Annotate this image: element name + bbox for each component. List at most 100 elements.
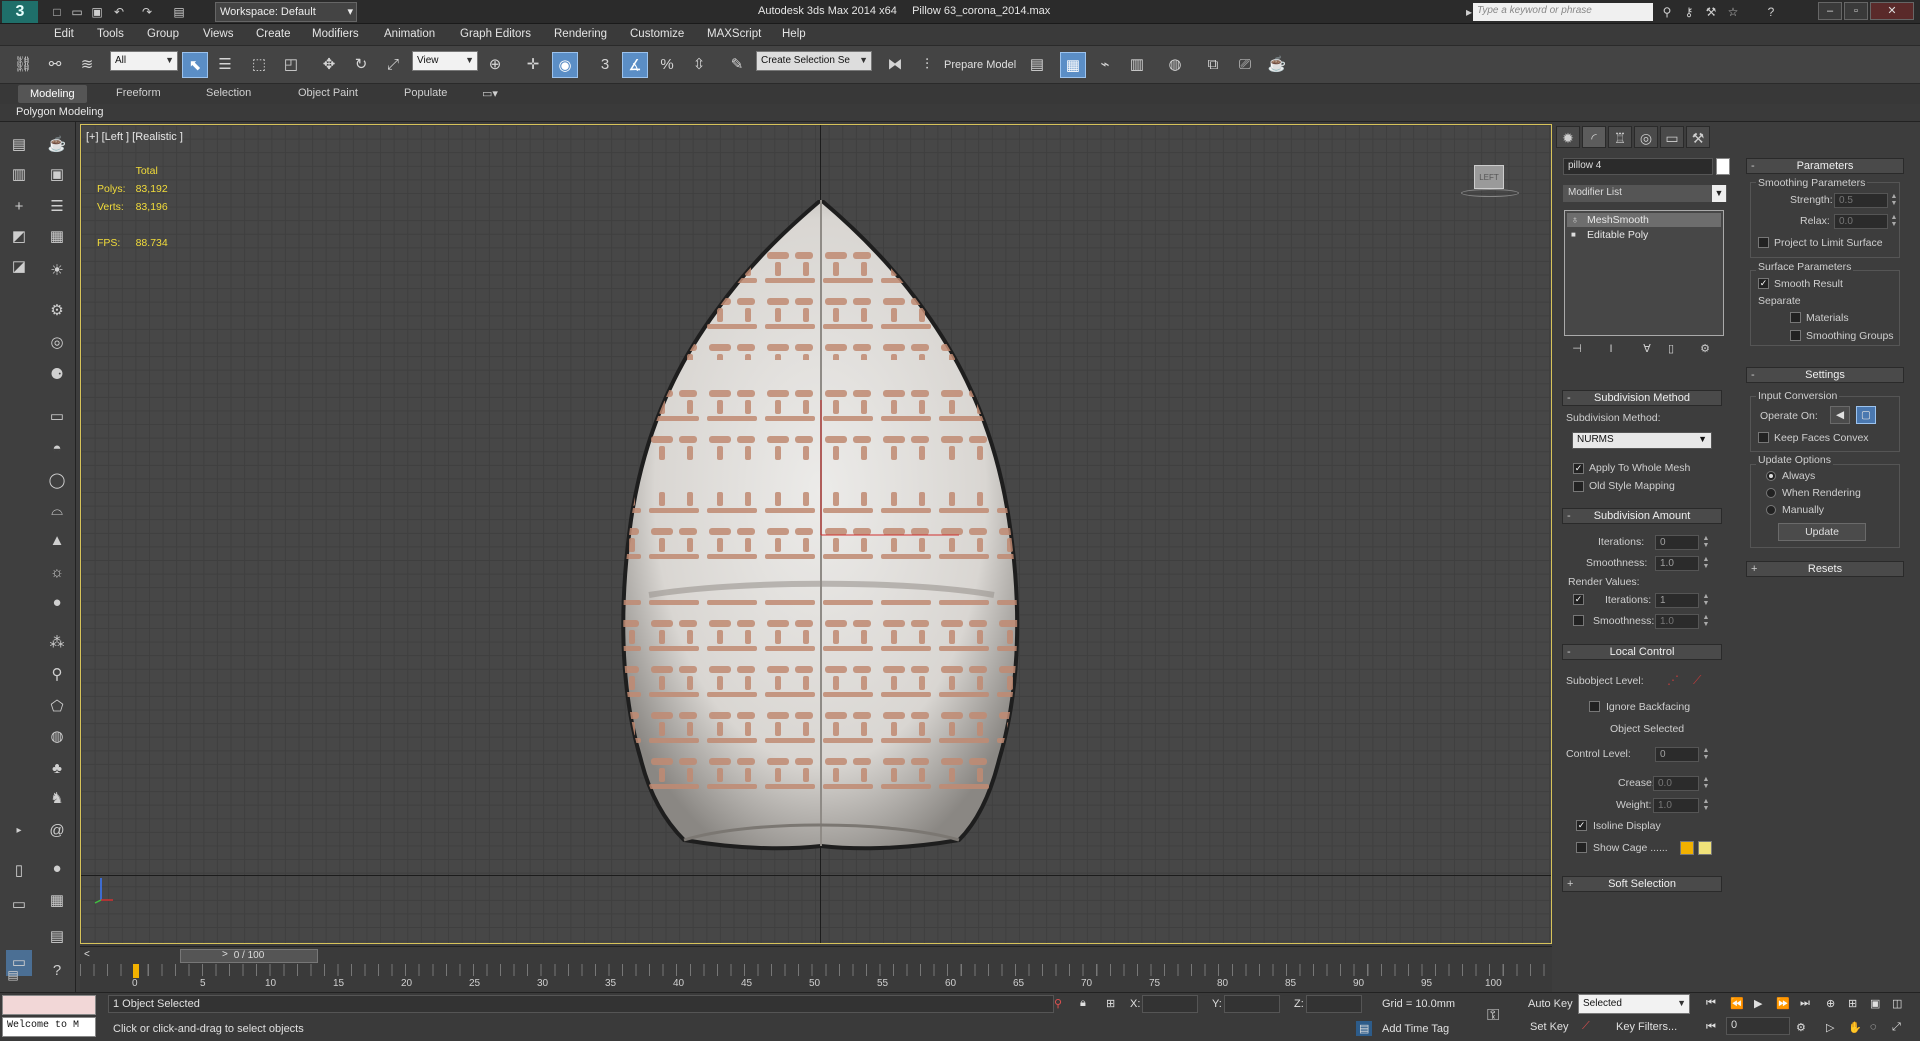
pin-icon[interactable]: ⚲ <box>44 662 70 688</box>
menu-rendering[interactable]: Rendering <box>554 28 607 40</box>
menu-animation[interactable]: Animation <box>384 28 435 40</box>
subdivision-method-dropdown[interactable]: NURMS ▼ <box>1572 432 1712 449</box>
keyboard-shortcut-override-icon[interactable]: ◉ <box>552 52 578 78</box>
relax-field[interactable]: 0.0 <box>1834 214 1888 229</box>
zoom-extents-all-icon[interactable]: ◫ <box>1892 997 1902 1010</box>
viewport-layout-single-icon[interactable]: ▯ <box>6 858 32 884</box>
menu-views[interactable]: Views <box>203 28 233 40</box>
add-time-tag-label[interactable]: Add Time Tag <box>1382 1023 1449 1035</box>
configure-modifier-sets-icon[interactable]: ⚙ <box>1696 340 1714 358</box>
key-icon[interactable]: ⚷ <box>1680 3 1698 21</box>
object-name-field[interactable]: pillow 4 <box>1563 158 1713 175</box>
light-icon[interactable]: ☀ <box>44 258 70 284</box>
plant-icon[interactable]: ♣ <box>44 756 70 782</box>
y-coordinate-field[interactable] <box>1224 995 1280 1013</box>
rollout-local-control[interactable]: - Local Control <box>1562 644 1722 660</box>
edit-named-selection-icon[interactable]: ✎ <box>724 52 750 78</box>
pin-stack-icon[interactable]: ⊣ <box>1568 340 1586 358</box>
pivot-center-icon[interactable]: ⊕ <box>482 52 508 78</box>
update-when-rendering-radio[interactable] <box>1766 488 1776 498</box>
menu-customize[interactable]: Customize <box>630 28 684 40</box>
smoothness-field[interactable]: 1.0 <box>1655 556 1699 571</box>
play-icon[interactable]: ▶ <box>1754 997 1762 1010</box>
image-icon[interactable]: ▣ <box>44 162 70 188</box>
tab-selection[interactable]: Selection <box>206 87 251 99</box>
rollout-soft-selection[interactable]: + Soft Selection <box>1562 876 1722 892</box>
show-end-result-icon[interactable]: Ι <box>1602 340 1620 358</box>
minimize-button[interactable]: – <box>1818 2 1842 20</box>
weight-field[interactable]: 1.0 <box>1653 798 1699 813</box>
biped-icon[interactable]: ♞ <box>44 786 70 812</box>
render-smoothness-checkbox[interactable] <box>1573 615 1584 626</box>
set-key-button[interactable]: Set Key <box>1530 1021 1569 1033</box>
layers-icon[interactable]: ▤ <box>6 132 32 158</box>
select-object-icon[interactable]: ⬉ <box>182 52 208 78</box>
ribbon-panel-label[interactable]: Polygon Modeling <box>0 104 1920 122</box>
sun-icon[interactable]: ☼ <box>44 560 70 586</box>
display-tab-icon[interactable]: ▭ <box>1660 126 1684 148</box>
exchange-icon[interactable]: ⚒ <box>1702 3 1720 21</box>
time-slider[interactable]: 0 / 100 <box>180 949 318 963</box>
maximize-button[interactable]: ▫ <box>1844 2 1868 20</box>
prepare-model-label[interactable]: Prepare Model <box>944 59 1016 71</box>
render-production-icon[interactable]: ☕ <box>1264 52 1290 78</box>
iterations-field[interactable]: 0 <box>1655 535 1699 550</box>
tab-object-paint[interactable]: Object Paint <box>298 87 358 99</box>
strength-field[interactable]: 0.5 <box>1834 193 1888 208</box>
menu-modifiers[interactable]: Modifiers <box>312 28 359 40</box>
x-coordinate-field[interactable] <box>1142 995 1198 1013</box>
move-icon[interactable]: ✥ <box>316 52 342 78</box>
sphere-icon[interactable]: ◯ <box>44 468 70 494</box>
absolute-mode-icon[interactable]: ⊞ <box>1106 997 1115 1010</box>
viewcube[interactable]: LEFT <box>1474 165 1504 189</box>
update-always-radio[interactable] <box>1766 471 1776 481</box>
current-frame-field[interactable]: 0 <box>1726 1017 1790 1035</box>
add-icon[interactable]: + <box>6 194 32 220</box>
modifier-list-dropdown[interactable]: Modifier List ▼ <box>1563 185 1727 202</box>
align-icon[interactable]: ⫶ <box>914 52 940 78</box>
layer-settings-icon[interactable]: ◪ <box>6 254 32 280</box>
menu-maxscript[interactable]: MAXScript <box>707 28 761 40</box>
select-manipulate-icon[interactable]: ✛ <box>520 52 546 78</box>
menu-graph-editors[interactable]: Graph Editors <box>460 28 531 40</box>
edge-level-icon[interactable]: ⟋ <box>1693 673 1701 688</box>
show-cage-checkbox[interactable] <box>1576 842 1587 853</box>
tab-freeform[interactable]: Freeform <box>116 87 161 99</box>
viewcube-compass-ring[interactable] <box>1461 189 1519 197</box>
cage-color-swatch-2[interactable] <box>1698 841 1712 855</box>
relax-spinner-icon[interactable]: ▲ ▼ <box>1890 214 1898 229</box>
redo-icon[interactable]: ↷ <box>138 3 156 21</box>
apply-whole-mesh-checkbox[interactable]: ✓ <box>1573 463 1584 474</box>
half-sphere-icon[interactable]: ◓ <box>44 436 70 462</box>
utilities-tab-icon[interactable]: ⚒ <box>1686 126 1710 148</box>
mirror-icon[interactable]: ⧓ <box>882 52 908 78</box>
scene-sphere-icon[interactable]: ● <box>44 856 70 882</box>
operate-on-faces-icon[interactable]: ◀ <box>1830 406 1850 424</box>
render-smoothness-spinner-icon[interactable]: ▲ ▼ <box>1702 614 1710 629</box>
select-layer-icon[interactable]: ◩ <box>6 224 32 250</box>
viewport-layout-split-icon[interactable]: ▭ <box>6 892 32 918</box>
weight-spinner-icon[interactable]: ▲ ▼ <box>1702 798 1710 813</box>
viewport-left[interactable]: [+] [Left ] [Realistic ] Total Polys: 83,… <box>80 124 1552 944</box>
select-and-link-icon[interactable]: ⛓ <box>10 52 36 78</box>
time-configuration-icon[interactable]: ⚙ <box>1796 1021 1806 1034</box>
motion-tab-icon[interactable]: ◎ <box>1634 126 1658 148</box>
close-button[interactable]: ✕ <box>1870 2 1914 20</box>
named-selection-set-dropdown[interactable]: Create Selection Se ▼ <box>756 51 872 71</box>
scale-icon[interactable]: ⤢ <box>380 52 406 78</box>
control-level-spinner-icon[interactable]: ▲ ▼ <box>1702 747 1710 762</box>
goto-end-icon[interactable]: ⏭ <box>1800 997 1810 1010</box>
modify-tab-icon[interactable]: ◜ <box>1582 126 1606 148</box>
operate-on-polygons-icon[interactable]: ▢ <box>1856 406 1876 424</box>
workspace-dropdown[interactable]: Workspace: Default ▾ <box>215 2 357 22</box>
cone-icon[interactable]: ▲ <box>44 528 70 554</box>
crease-spinner-icon[interactable]: ▲ ▼ <box>1702 776 1710 791</box>
key-mode-dropdown[interactable]: Selected ▼ <box>1578 994 1690 1014</box>
update-button[interactable]: Update <box>1778 523 1866 541</box>
snaps-toggle-icon[interactable]: 3 <box>592 52 618 78</box>
object-color-swatch[interactable] <box>1716 158 1730 175</box>
z-coordinate-field[interactable] <box>1306 995 1362 1013</box>
key-icon[interactable]: ⚿ <box>1487 1007 1499 1025</box>
previous-frame-icon[interactable]: ⏪ <box>1730 997 1744 1010</box>
time-slider-next-icon[interactable]: > <box>222 949 228 960</box>
